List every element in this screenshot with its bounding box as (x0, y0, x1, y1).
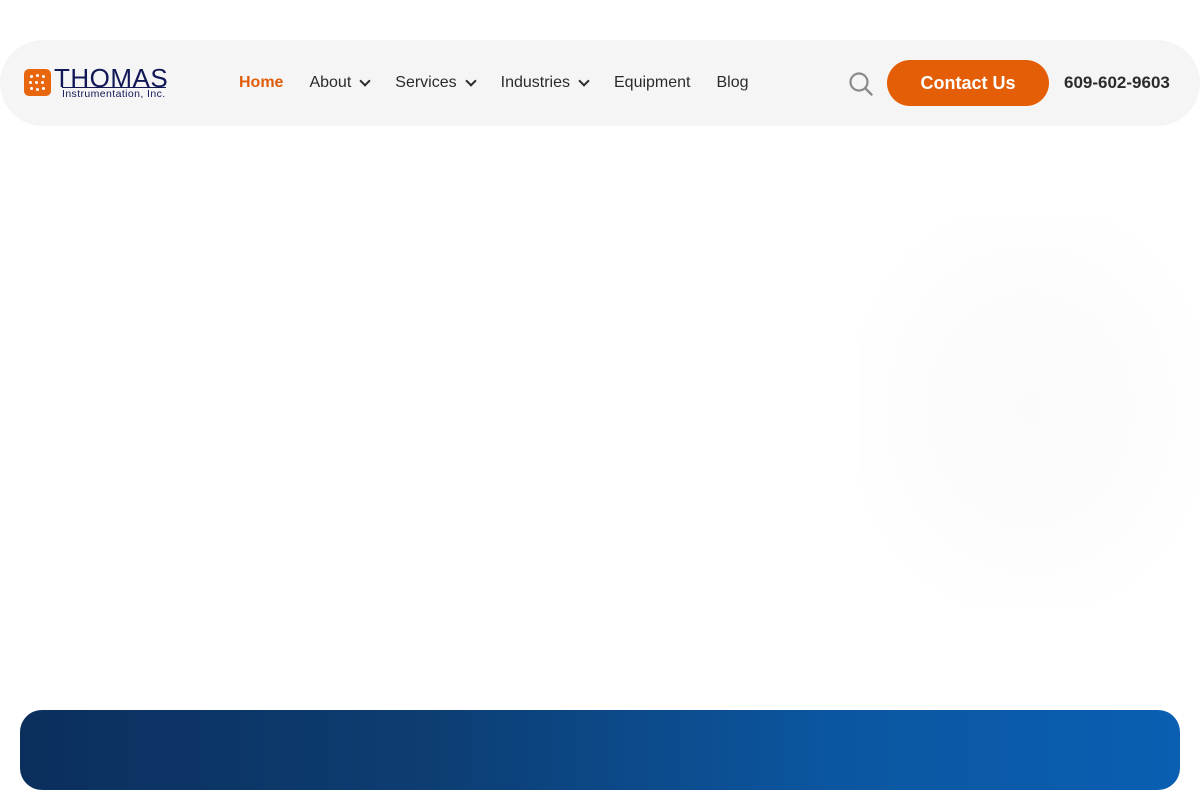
chevron-down-icon (578, 75, 590, 87)
chevron-down-icon (359, 75, 371, 87)
hero-image (860, 215, 1200, 605)
contact-us-button[interactable]: Contact Us (887, 60, 1049, 106)
nav-item-label: Home (239, 74, 284, 91)
nav-item-label: Industries (500, 74, 570, 91)
blue-banner (20, 710, 1180, 790)
logo-subtitle: Instrumentation, Inc. (62, 87, 166, 100)
nav-item-label: Blog (716, 74, 749, 91)
logo-mark-icon (24, 69, 51, 96)
nav-item-industries[interactable]: Industries (500, 74, 590, 92)
logo[interactable]: THOMAS Instrumentation, Inc. (24, 64, 204, 101)
nav-item-blog[interactable]: Blog (717, 74, 749, 92)
phone-link[interactable]: 609-602-9603 (1064, 40, 1170, 126)
nav-item-services[interactable]: Services (395, 74, 477, 92)
nav-item-home[interactable]: Home (239, 74, 283, 92)
chevron-down-icon (464, 75, 477, 87)
nav-item-equipment[interactable]: Equipment (614, 74, 691, 92)
nav-item-label: Equipment (614, 74, 691, 91)
nav-item-about[interactable]: About (309, 74, 371, 92)
nav-item-label: About (309, 74, 352, 91)
search-button[interactable] (848, 71, 874, 97)
search-icon (849, 72, 873, 96)
main-nav: Home About Services Industries Equipment… (239, 40, 775, 126)
nav-item-label: Services (395, 74, 457, 91)
site-header: THOMAS Instrumentation, Inc. Home About … (0, 40, 1200, 126)
